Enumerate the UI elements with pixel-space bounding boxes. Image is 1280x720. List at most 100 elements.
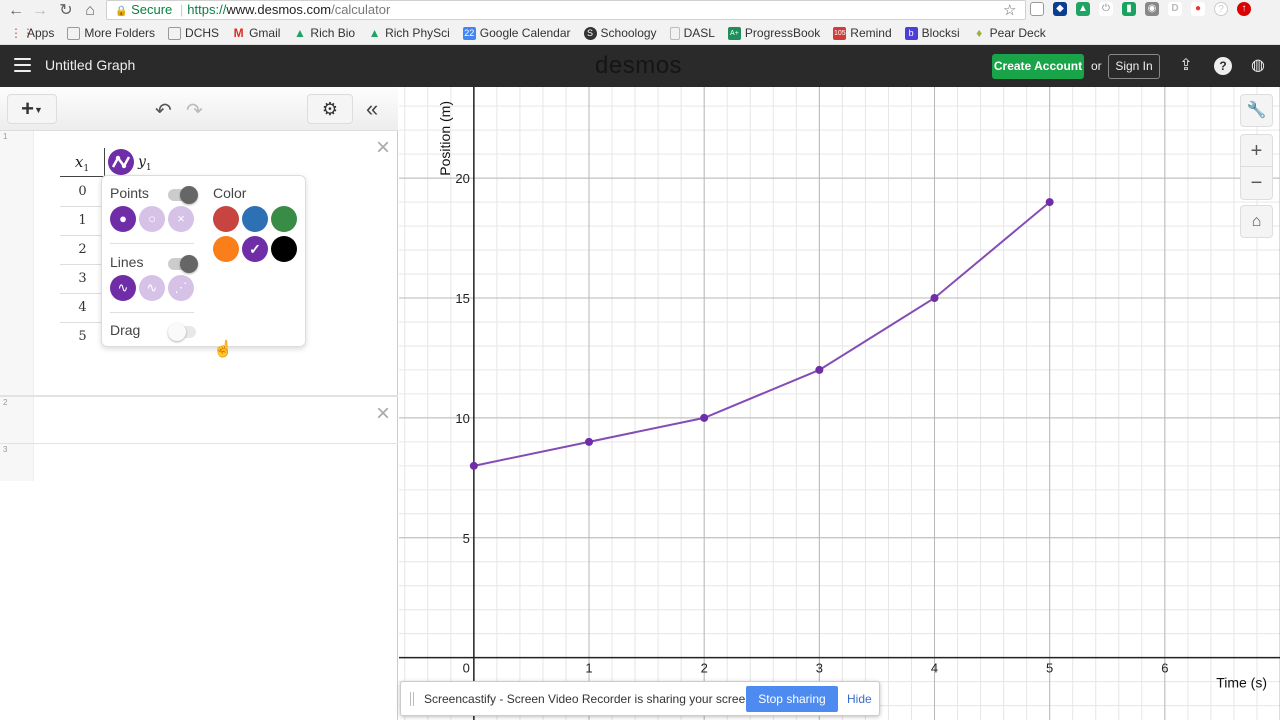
y-tick-label: 15 <box>455 291 469 306</box>
extension-green-icon[interactable]: ▮ <box>1122 2 1136 16</box>
collapse-panel-icon[interactable]: « <box>366 96 378 122</box>
settings-gear-icon[interactable]: ⚙ <box>307 94 353 124</box>
expression-index: 1 <box>3 132 8 141</box>
upload-extension-icon[interactable]: ↑ <box>1237 2 1251 16</box>
forward-icon[interactable]: → <box>30 1 50 21</box>
bookmark-dchs[interactable]: DCHS <box>168 26 219 40</box>
table-cell-x[interactable]: 4 <box>60 294 105 323</box>
drag-toggle[interactable] <box>168 323 196 341</box>
table-cell-x[interactable]: 1 <box>60 207 105 236</box>
stop-sharing-button[interactable]: Stop sharing <box>746 686 838 712</box>
default-viewport-home-icon[interactable]: ⌂ <box>1240 205 1273 238</box>
bookmark-apps[interactable]: ⋮⋮ Apps <box>10 26 54 40</box>
sign-in-button[interactable]: Sign In <box>1108 54 1160 79</box>
color-swatch-blue[interactable] <box>242 206 268 232</box>
d-extension-icon[interactable]: D <box>1168 2 1182 16</box>
google-drive-extension-icon[interactable]: ▲ <box>1076 2 1090 16</box>
bookmark-more-folders[interactable]: More Folders <box>67 26 155 40</box>
bookmark-label: Blocksi <box>921 26 960 40</box>
delete-expression-icon[interactable]: × <box>374 402 392 426</box>
bookmark-dasl[interactable]: DASL <box>669 26 715 40</box>
divider <box>110 243 194 244</box>
bookmark-remind[interactable]: 105 Remind <box>833 26 892 40</box>
table-cell-x[interactable]: 3 <box>60 265 105 294</box>
extension-1-icon[interactable]: ◆ <box>1053 2 1067 16</box>
expression-index: 3 <box>3 445 8 454</box>
remind-icon: 105 <box>833 26 847 40</box>
lines-toggle[interactable] <box>168 255 198 273</box>
bookmark-blocksi[interactable]: b Blocksi <box>904 26 960 40</box>
x-tick-label: 2 <box>701 661 708 676</box>
point-style-filled[interactable]: ● <box>110 206 136 232</box>
color-label: Color <box>213 185 247 201</box>
bookmark-pear-deck[interactable]: ♦ Pear Deck <box>973 26 1046 40</box>
screencastify-extension-icon[interactable]: ● <box>1191 2 1205 16</box>
table-header-y[interactable]: y1 <box>106 148 186 177</box>
data-point <box>700 413 709 422</box>
language-globe-icon[interactable]: ◍ <box>1249 57 1267 75</box>
graph-title[interactable]: Untitled Graph <box>45 57 135 73</box>
line-style-solid[interactable]: ∿ <box>110 275 136 301</box>
share-icon[interactable]: ⇪ <box>1177 57 1195 75</box>
color-swatch-orange[interactable] <box>213 236 239 262</box>
power-extension-icon[interactable]: ⏻ <box>1099 2 1113 16</box>
url-scheme: https:// <box>187 2 227 17</box>
table-cell-x[interactable]: 0 <box>60 178 105 207</box>
points-toggle[interactable] <box>168 186 198 204</box>
graph-canvas[interactable]: 0 1 2 3 4 5 6 5 10 15 20 Time (s) Position (m) <box>399 87 1280 720</box>
or-label: or <box>1091 59 1102 73</box>
back-icon[interactable]: ← <box>6 1 26 21</box>
data-point <box>815 365 824 374</box>
address-bar[interactable]: 🔒 Secure | https://www.desmos.com/calcula… <box>106 0 1026 20</box>
bookmark-schoology[interactable]: S Schoology <box>583 26 657 40</box>
hide-link[interactable]: Hide <box>847 692 872 706</box>
point-style-cross[interactable]: × <box>168 206 194 232</box>
color-swatch-purple-selected[interactable]: ✓ <box>242 236 268 262</box>
expression-index: 2 <box>3 398 8 407</box>
bookmark-rich-physci[interactable]: ▲ Rich PhySci <box>368 26 450 40</box>
drag-handle[interactable] <box>410 692 414 706</box>
style-popover: Points ● ○ × Lines ∿ ∿ ⋰ Drag Color ✓ <box>101 175 306 347</box>
expression-row-empty[interactable]: 3 <box>0 444 398 484</box>
zoom-out-button[interactable]: − <box>1241 167 1272 199</box>
delete-expression-icon[interactable]: × <box>374 136 392 160</box>
bookmark-google-calendar[interactable]: 22 Google Calendar <box>462 26 571 40</box>
menu-icon[interactable] <box>14 58 31 72</box>
bookmark-progressbook[interactable]: A+ ProgressBook <box>727 26 820 40</box>
url-separator: | <box>179 2 184 17</box>
folder-icon <box>67 26 81 40</box>
point-style-open[interactable]: ○ <box>139 206 165 232</box>
undo-icon[interactable]: ↶ <box>155 98 172 123</box>
line-style-dashed[interactable]: ∿ <box>139 275 165 301</box>
graph-paper[interactable]: 0 1 2 3 4 5 6 5 10 15 20 Time (s) Position (m) <box>399 87 1280 720</box>
expression-row-empty[interactable]: 2 × <box>0 396 398 444</box>
browser-toolbar: ← → ↻ ⌂ 🔒 Secure | https://www.desmos.com… <box>0 0 1280 22</box>
reload-icon[interactable]: ↻ <box>56 1 76 21</box>
home-icon[interactable]: ⌂ <box>80 1 100 21</box>
bookmark-label: Rich PhySci <box>385 26 450 40</box>
table-header-x[interactable]: x1 <box>60 148 105 177</box>
color-swatch-black[interactable] <box>271 236 297 262</box>
redo-icon[interactable]: ↷ <box>186 98 203 123</box>
help-icon[interactable]: ? <box>1214 57 1232 75</box>
bookmark-gmail[interactable]: M Gmail <box>232 26 281 40</box>
major-gridlines <box>399 87 1280 720</box>
header-var: y <box>138 154 146 170</box>
graph-settings-wrench-icon[interactable]: 🔧 <box>1240 94 1273 127</box>
color-swatch-red[interactable] <box>213 206 239 232</box>
bookmark-label: DASL <box>683 26 715 40</box>
table-cell-x[interactable]: 2 <box>60 236 105 265</box>
table-cell-x[interactable]: 5 <box>60 323 105 352</box>
expression-panel: +▼ ↶ ↷ ⚙ « 1 × x1 y1 0 1 2 3 4 5 2 × 3 P… <box>0 87 398 720</box>
help-extension-icon[interactable]: ? <box>1214 2 1228 16</box>
color-swatch-green[interactable] <box>271 206 297 232</box>
bookmark-rich-bio[interactable]: ▲ Rich Bio <box>293 26 355 40</box>
bookmark-star-icon[interactable]: ☆ <box>1003 1 1016 19</box>
add-item-button[interactable]: +▼ <box>7 94 57 124</box>
bookmark-label: Schoology <box>600 26 657 40</box>
line-style-dotted[interactable]: ⋰ <box>168 275 194 301</box>
zoom-in-button[interactable]: + <box>1241 135 1272 167</box>
bulb-extension-icon[interactable]: ◉ <box>1145 2 1159 16</box>
cast-icon[interactable] <box>1030 2 1044 16</box>
create-account-button[interactable]: Create Account <box>992 54 1084 79</box>
